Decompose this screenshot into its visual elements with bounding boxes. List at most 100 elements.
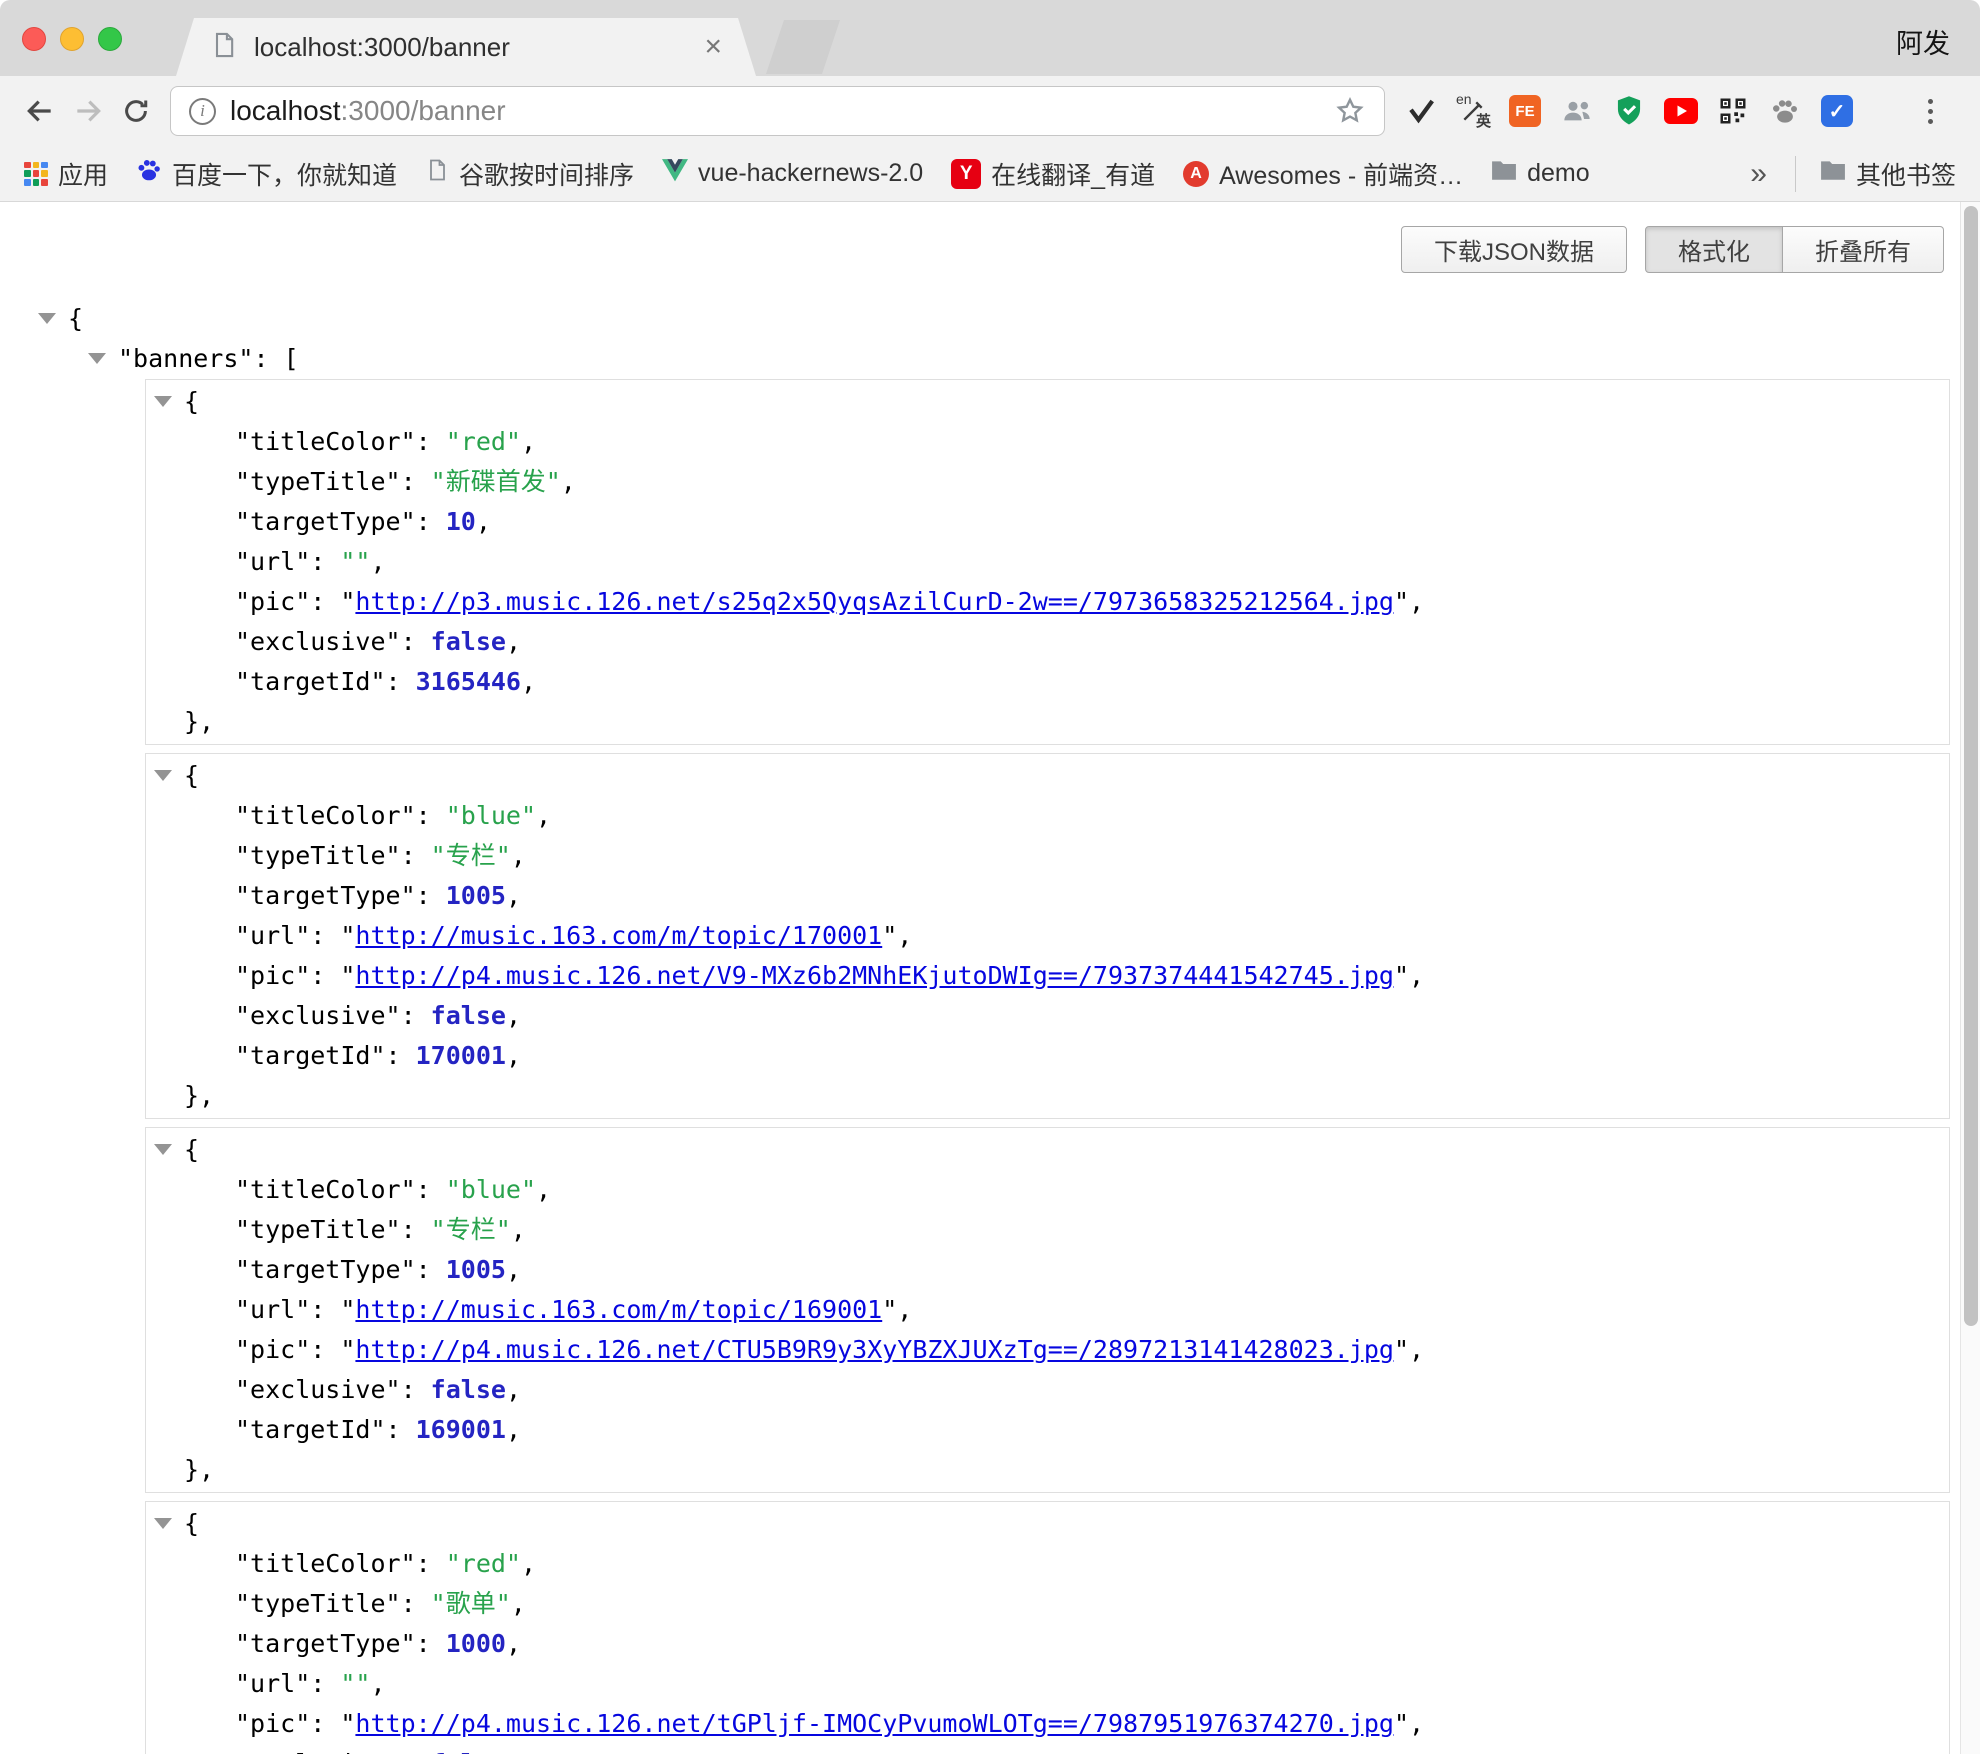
json-url-link[interactable]: http://music.163.com/m/topic/169001 (355, 1295, 882, 1324)
format-button[interactable]: 格式化 (1645, 226, 1783, 273)
json-open-line: { (146, 1504, 1949, 1544)
json-punctuation: " (340, 921, 355, 950)
json-tree: { "banners": [ {"titleColor": "red","typ… (0, 299, 1980, 1754)
fe-extension-icon[interactable]: FE (1507, 93, 1543, 129)
json-url-link[interactable]: http://p4.music.126.net/tGPljf-IMOCyPvum… (355, 1709, 1394, 1738)
awesomes-icon: A (1183, 161, 1209, 187)
json-key: "exclusive": (235, 1375, 431, 1404)
tab-title: localhost:3000/banner (254, 32, 688, 63)
bookmark-baidu[interactable]: 百度一下，你就知道 (136, 156, 397, 192)
json-key: "targetId": (235, 1041, 416, 1070)
other-bookmarks-label: 其他书签 (1856, 156, 1956, 192)
json-field-line: "targetId": 169001, (146, 1410, 1949, 1450)
browser-menu-icon[interactable] (1910, 89, 1950, 133)
forward-button[interactable] (64, 87, 112, 135)
collapse-toggle-icon[interactable] (38, 313, 56, 324)
extensions-area: en 英 FE ✓ (1403, 93, 1855, 129)
json-close-line: }, (146, 702, 1949, 742)
v-shape-extension-icon[interactable] (1403, 93, 1439, 129)
json-key: "exclusive": (235, 627, 431, 656)
bookmark-vue-hackernews[interactable]: vue-hackernews-2.0 (662, 158, 923, 189)
other-bookmarks[interactable]: 其他书签 (1795, 156, 1956, 192)
browser-tab[interactable]: localhost:3000/banner × (176, 18, 756, 76)
url-path: :3000/banner (341, 95, 506, 126)
json-url-link[interactable]: http://p4.music.126.net/V9-MXz6b2MNhEKju… (355, 961, 1394, 990)
bookmark-google-sort[interactable]: 谷歌按时间排序 (425, 156, 634, 192)
url-text: localhost:3000/banner (230, 95, 506, 127)
json-field-line: "targetId": 170001, (146, 1036, 1949, 1076)
download-json-button[interactable]: 下载JSON数据 (1401, 226, 1627, 273)
json-punctuation: , (506, 1749, 521, 1754)
json-punctuation: , (506, 1375, 521, 1404)
json-number-value: 10 (446, 507, 476, 536)
json-punctuation: , (1409, 1335, 1424, 1364)
collapse-all-button[interactable]: 折叠所有 (1783, 226, 1944, 273)
bookmark-demo[interactable]: demo (1491, 159, 1590, 188)
json-url-link[interactable]: http://music.163.com/m/topic/170001 (355, 921, 882, 950)
json-field-line: "pic": "http://p3.music.126.net/s25q2x5Q… (146, 582, 1949, 622)
collapse-toggle-icon[interactable] (154, 1518, 172, 1529)
tab-close-icon[interactable]: × (704, 32, 722, 62)
json-key: "typeTitle": (235, 841, 431, 870)
json-punctuation: , (511, 1589, 526, 1618)
minimize-window-button[interactable] (60, 27, 84, 51)
bookmark-apps[interactable]: 应用 (24, 156, 108, 192)
banner-object: {"titleColor": "blue","typeTitle": "专栏",… (145, 753, 1950, 1119)
fullscreen-window-button[interactable] (98, 27, 122, 51)
json-punctuation: , (506, 1041, 521, 1070)
json-key: "url": (235, 547, 340, 576)
close-window-button[interactable] (22, 27, 46, 51)
apps-grid-icon (24, 162, 48, 186)
bookmark-star-icon[interactable] (1334, 95, 1366, 127)
bookmark-awesomes[interactable]: A Awesomes - 前端资… (1183, 156, 1463, 192)
bookmark-label: 在线翻译_有道 (991, 156, 1155, 192)
json-punctuation: { (184, 387, 199, 416)
qr-code-extension-icon[interactable] (1715, 93, 1751, 129)
page-info-icon[interactable]: i (189, 98, 216, 125)
collapse-toggle-icon[interactable] (88, 353, 106, 364)
collapse-toggle-icon[interactable] (154, 770, 172, 781)
fe-badge-label: FE (1509, 95, 1541, 127)
json-punctuation: { (184, 1509, 199, 1538)
json-key: "targetType": (235, 1629, 446, 1658)
json-punctuation: " (340, 1709, 355, 1738)
json-url-link[interactable]: http://p3.music.126.net/s25q2x5QyqsAzilC… (355, 587, 1394, 616)
json-key: "targetId": (235, 1415, 416, 1444)
translate-en-label: en (1456, 91, 1472, 107)
folder-icon (1820, 159, 1846, 188)
scrollbar[interactable] (1960, 202, 1980, 1754)
reload-button[interactable] (112, 87, 160, 135)
json-punctuation: , (1409, 961, 1424, 990)
json-field-line: "typeTitle": "专栏", (146, 836, 1949, 876)
check-badge-glyph: ✓ (1821, 95, 1853, 127)
collapse-toggle-icon[interactable] (154, 1144, 172, 1155)
json-open-line: { (146, 1130, 1949, 1170)
scrollbar-thumb[interactable] (1964, 206, 1978, 1326)
window-controls (22, 27, 122, 51)
bookmarks-overflow-icon[interactable]: » (1750, 157, 1767, 191)
json-url-link[interactable]: http://p4.music.126.net/CTU5B9R9y3XyYBZX… (355, 1335, 1394, 1364)
youtube-extension-icon[interactable] (1663, 93, 1699, 129)
bookmark-youdao-translate[interactable]: Y 在线翻译_有道 (951, 156, 1155, 192)
profile-name[interactable]: 阿发 (1896, 22, 1950, 61)
json-key: "titleColor": (235, 427, 446, 456)
shield-extension-icon[interactable] (1611, 93, 1647, 129)
back-button[interactable] (16, 87, 64, 135)
check-badge-extension-icon[interactable]: ✓ (1819, 93, 1855, 129)
json-field-line: "targetType": 1000, (146, 1624, 1949, 1664)
json-field-line: "titleColor": "blue", (146, 796, 1949, 836)
json-key: "exclusive": (235, 1749, 431, 1754)
json-close-line: }, (146, 1450, 1949, 1490)
json-field-line: "pic": "http://p4.music.126.net/V9-MXz6b… (146, 956, 1949, 996)
new-tab-button[interactable] (766, 20, 840, 74)
collapse-toggle-icon[interactable] (154, 396, 172, 407)
bookmark-label: Awesomes - 前端资… (1219, 156, 1463, 192)
translate-extension-icon[interactable]: en 英 (1455, 93, 1491, 129)
paw-extension-icon[interactable] (1767, 93, 1803, 129)
people-extension-icon[interactable] (1559, 93, 1595, 129)
bookmarks-bar: 应用 百度一下，你就知道 谷歌按时间排序 vue-hackernews-2.0 … (0, 146, 1980, 202)
json-key: "pic": (235, 587, 340, 616)
json-field-line: "targetType": 1005, (146, 1250, 1949, 1290)
json-string-value: "" (340, 1669, 370, 1698)
address-bar[interactable]: i localhost:3000/banner (170, 86, 1385, 136)
